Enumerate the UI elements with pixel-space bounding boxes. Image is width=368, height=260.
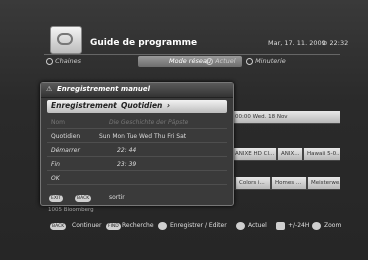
radio-icon: [246, 57, 253, 65]
demarrer-label: Démarrer: [51, 147, 80, 154]
mode-chaines[interactable]: Chaines: [46, 57, 81, 65]
page-title: Guide de programme: [90, 38, 198, 48]
nom-label: Nom: [51, 119, 66, 126]
grid-cell[interactable]: Homes ...: [272, 177, 306, 189]
divider: [47, 170, 227, 171]
mode-actuel[interactable]: Actuel: [206, 57, 236, 65]
chevron-right-icon[interactable]: ›: [167, 101, 170, 110]
end-time-field[interactable]: 23: 39: [117, 161, 136, 168]
grid-cell[interactable]: Colors i...: [236, 177, 270, 189]
exit-key-icon[interactable]: EXIT: [49, 195, 64, 202]
plus-minus-label: +/-24H: [288, 222, 310, 229]
divider: [47, 128, 227, 129]
manual-recording-dialog: ⚠ Enregistrement manuel Enregistrement ‹…: [40, 82, 234, 206]
continuer-label: Continuer: [72, 222, 102, 229]
program-guide-logo-icon: [50, 26, 82, 54]
divider: [47, 156, 227, 157]
mode-selector: Chaines Mode réseau Actuel Minuterie: [46, 56, 346, 68]
ok-button[interactable]: OK: [51, 175, 60, 182]
chevron-left-icon[interactable]: ‹: [113, 101, 116, 110]
warning-icon: ⚠: [46, 85, 53, 93]
dialog-title: Enregistrement manuel: [57, 85, 151, 93]
mode-chaines-label: Chaines: [55, 57, 82, 65]
start-time-field[interactable]: 22: 44: [117, 147, 136, 154]
back-key-icon[interactable]: BACK: [50, 223, 67, 230]
back-key-icon[interactable]: BACK: [75, 195, 92, 202]
page-icon[interactable]: [276, 222, 285, 230]
days-selector[interactable]: Sun Mon Tue Wed Thu Fri Sat: [99, 133, 186, 140]
actuel-button-icon[interactable]: [236, 222, 245, 230]
recherche-label: Recherche: [122, 222, 154, 229]
enregistrer-label: Enregistrer / Editer: [170, 222, 227, 229]
grid-cell[interactable]: Hawaii 5-0...: [304, 148, 340, 160]
channel-label[interactable]: 1005 Bloomberg: [48, 207, 94, 213]
grid-cell[interactable]: Meisterwe...: [308, 177, 340, 189]
radio-icon: [46, 57, 53, 65]
header-date: Mar, 17. 11. 2009: [268, 39, 326, 47]
header-divider: [44, 54, 340, 55]
grid-cell[interactable]: 00:00 Wed. 18 Nov: [232, 111, 340, 123]
fin-label: Fin: [51, 161, 60, 168]
dialog-title-bar: ⚠ Enregistrement manuel: [41, 83, 233, 98]
divider: [47, 184, 227, 185]
recording-type: Enregistrement: [51, 101, 117, 110]
grid-cell[interactable]: ANIX...: [278, 148, 302, 160]
footer-help-bar: BACK Continuer FIND Recherche Enregistre…: [50, 221, 360, 233]
mode-actuel-label: Actuel: [215, 57, 236, 65]
zoom-label: Zoom: [324, 222, 342, 229]
record-button-icon[interactable]: [158, 222, 167, 230]
guide-screen: Guide de programme Mar, 17. 11. 2009 ⊙ 2…: [0, 0, 368, 260]
grid-cell[interactable]: ANIXE HD Cl...: [232, 148, 276, 160]
divider: [47, 142, 227, 143]
mode-minuterie-label: Minuterie: [255, 57, 286, 65]
radio-icon: [206, 57, 213, 65]
recording-mode: Quotidien: [121, 101, 163, 110]
recording-type-selector[interactable]: Enregistrement ‹ Quotidien ›: [47, 100, 227, 113]
header-time-value: 22:32: [329, 39, 349, 47]
quotidien-label: Quotidien: [51, 133, 81, 140]
actuel-label: Actuel: [248, 222, 267, 229]
zoom-button-icon[interactable]: [312, 222, 321, 230]
mode-minuterie[interactable]: Minuterie: [246, 57, 286, 65]
find-key-icon[interactable]: FIND: [106, 223, 121, 230]
header-time: ⊙ 22:32: [322, 39, 349, 47]
nom-field[interactable]: Die Geschichte der Päpste: [109, 119, 188, 126]
exit-label: sortir: [109, 194, 125, 201]
